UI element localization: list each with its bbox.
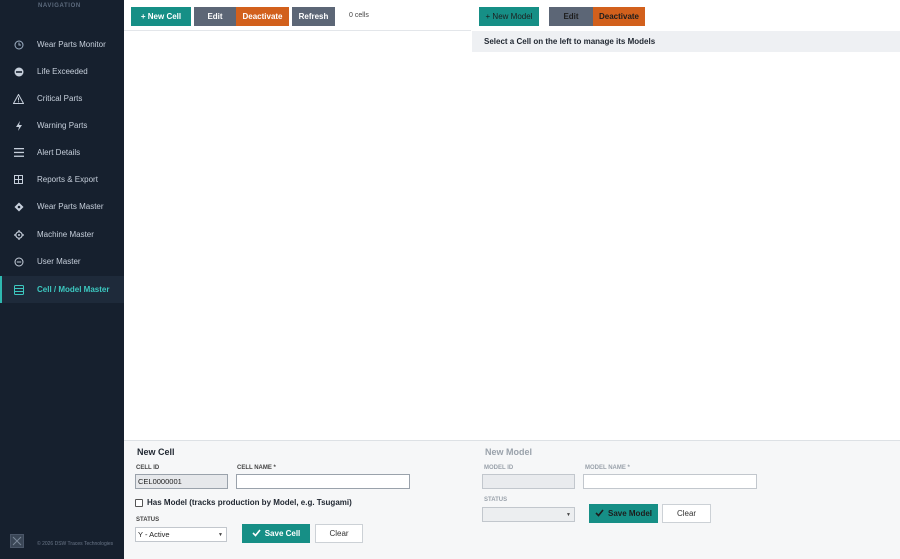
- sidebar-item-label: Cell / Model Master: [37, 285, 110, 294]
- sidebar-item-label: Warning Parts: [37, 121, 88, 130]
- save-cell-button[interactable]: Save Cell: [242, 524, 310, 543]
- model-name-field[interactable]: [583, 474, 757, 489]
- clock-icon: [0, 40, 37, 50]
- sidebar-item-reports-export[interactable]: Reports & Export: [0, 166, 124, 193]
- has-model-checkbox[interactable]: [135, 499, 143, 507]
- form-panel: New Cell CELL ID CEL0000001 CELL NAME * …: [124, 440, 900, 559]
- deactivate-model-button[interactable]: Deactivate: [593, 7, 645, 26]
- lightning-icon: [0, 120, 37, 131]
- sidebar-item-label: Critical Parts: [37, 94, 83, 103]
- nav-heading: NAVIGATION: [38, 3, 81, 9]
- models-panel-header: Select a Cell on the left to manage its …: [472, 31, 900, 52]
- model-id-field: [482, 474, 575, 489]
- cell-form-title: New Cell: [137, 447, 175, 457]
- clear-cell-button[interactable]: Clear: [315, 524, 363, 543]
- sidebar-item-label: Reports & Export: [37, 175, 98, 184]
- save-model-label: Save Model: [607, 509, 652, 518]
- sidebar-item-cell-model-master[interactable]: Cell / Model Master: [0, 276, 124, 303]
- sidebar-item-life-exceeded[interactable]: Life Exceeded: [0, 58, 124, 85]
- sidebar-item-machine-master[interactable]: Machine Master: [0, 221, 124, 248]
- cell-count: 0 cells: [349, 12, 369, 19]
- grid-icon: [0, 175, 37, 184]
- chevron-down-icon: ▼: [566, 512, 571, 518]
- cell-name-label: CELL NAME *: [237, 465, 276, 471]
- model-id-label: MODEL ID: [484, 465, 514, 471]
- refresh-button[interactable]: Refresh: [292, 7, 335, 26]
- save-cell-label: Save Cell: [264, 529, 301, 538]
- model-form-title: New Model: [485, 447, 533, 457]
- chevron-down-icon: ▼: [218, 532, 223, 538]
- sidebar-item-warning-parts[interactable]: Warning Parts: [0, 112, 124, 139]
- sidebar-footer: © 2026 DSW Traces Technologies: [37, 541, 114, 547]
- save-model-button[interactable]: Save Model: [589, 504, 658, 523]
- cell-id-field: CEL0000001: [135, 474, 228, 489]
- sidebar-item-critical-parts[interactable]: Critical Parts: [0, 85, 124, 112]
- model-status-select[interactable]: ▼: [482, 507, 575, 522]
- diamond-icon: [0, 202, 37, 212]
- cell-status-label: STATUS: [136, 517, 160, 523]
- edit-model-button[interactable]: Edit: [549, 7, 593, 26]
- model-status-label: STATUS: [484, 497, 508, 503]
- new-model-button[interactable]: + New Model: [479, 7, 539, 26]
- sidebar-item-user-master[interactable]: User Master: [0, 248, 124, 275]
- sidebar-item-wear-parts-master[interactable]: Wear Parts Master: [0, 193, 124, 220]
- deactivate-cell-button[interactable]: Deactivate: [236, 7, 289, 26]
- cell-name-field[interactable]: [236, 474, 410, 489]
- sidebar-item-label: Wear Parts Monitor: [37, 40, 106, 49]
- clear-model-button[interactable]: Clear: [662, 504, 711, 523]
- cell-id-label: CELL ID: [136, 465, 160, 471]
- sidebar-item-alert-details[interactable]: Alert Details: [0, 139, 124, 166]
- no-entry-icon: [0, 67, 37, 77]
- check-icon: [595, 508, 604, 519]
- sidebar: NAVIGATION Wear Parts Monitor Life Excee…: [0, 0, 124, 559]
- sidebar-item-label: User Master: [37, 257, 81, 266]
- sidebar-item-label: Wear Parts Master: [37, 202, 104, 211]
- list-icon: [0, 148, 37, 157]
- company-logo: [10, 534, 24, 548]
- gear-icon: [0, 229, 37, 240]
- sidebar-item-wear-parts-monitor[interactable]: Wear Parts Monitor: [0, 31, 124, 58]
- warning-triangle-icon: [0, 93, 37, 104]
- sidebar-item-label: Life Exceeded: [37, 67, 88, 76]
- sidebar-item-label: Machine Master: [37, 230, 94, 239]
- check-icon: [252, 528, 261, 539]
- cell-status-select[interactable]: Y - Active ▼: [135, 527, 227, 542]
- sidebar-item-label: Alert Details: [37, 148, 81, 157]
- edit-cell-button[interactable]: Edit: [194, 7, 236, 26]
- has-model-label: Has Model (tracks production by Model, e…: [147, 498, 352, 507]
- cell-status-value: Y - Active: [138, 530, 170, 539]
- new-cell-button[interactable]: + New Cell: [131, 7, 191, 26]
- user-circle-icon: [0, 257, 37, 267]
- model-name-label: MODEL NAME *: [585, 465, 630, 471]
- database-icon: [0, 284, 37, 295]
